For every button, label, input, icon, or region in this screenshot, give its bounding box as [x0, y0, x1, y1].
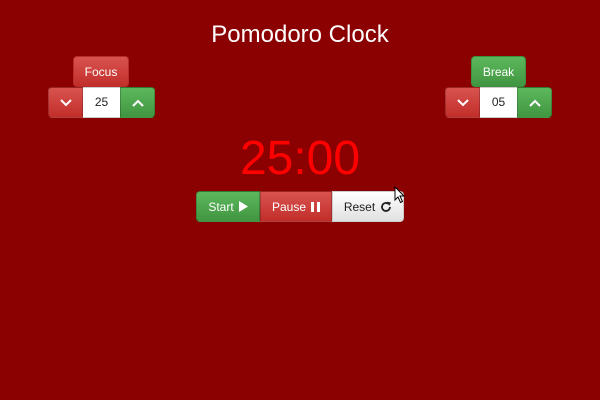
refresh-icon: [380, 201, 392, 213]
chevron-down-icon: [456, 98, 469, 107]
break-stepper: 05: [445, 87, 552, 118]
pomodoro-app: Pomodoro Clock Focus 25 Break 05 25:00 S…: [0, 0, 600, 400]
focus-stepper: 25: [48, 87, 155, 118]
start-button[interactable]: Start: [196, 191, 260, 222]
chevron-up-icon: [528, 99, 541, 107]
break-increment-button[interactable]: [517, 87, 552, 118]
reset-label: Reset: [343, 199, 376, 214]
focus-label-button[interactable]: Focus: [73, 56, 129, 87]
mouse-pointer-icon: [394, 185, 406, 204]
break-value: 05: [480, 87, 517, 118]
break-label-button[interactable]: Break: [471, 56, 526, 87]
chevron-up-icon: [131, 99, 144, 107]
chevron-down-icon: [59, 98, 72, 107]
page-title: Pomodoro Clock: [211, 21, 389, 48]
pause-button[interactable]: Pause: [260, 191, 332, 222]
focus-value: 25: [83, 87, 120, 118]
break-decrement-button[interactable]: [445, 87, 480, 118]
play-icon: [238, 201, 248, 212]
pause-label: Pause: [271, 199, 307, 214]
timer-display: 25:00: [239, 132, 361, 185]
focus-increment-button[interactable]: [120, 87, 155, 118]
timer-controls: Start Pause Reset: [196, 191, 404, 222]
start-label: Start: [208, 199, 234, 214]
pause-icon: [311, 201, 321, 212]
focus-decrement-button[interactable]: [48, 87, 83, 118]
